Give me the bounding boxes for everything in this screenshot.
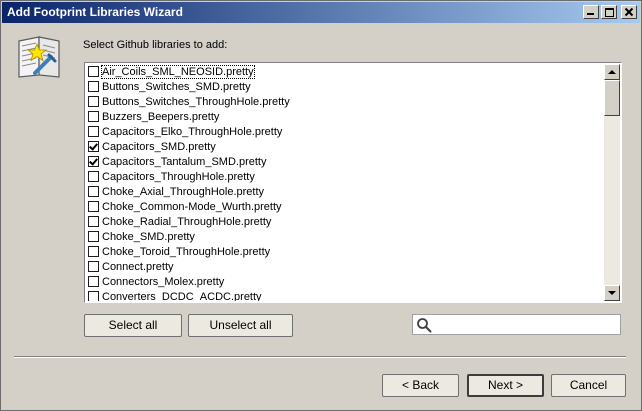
library-label: Capacitors_SMD.pretty (102, 140, 216, 153)
list-item[interactable]: Converters_DCDC_ACDC.pretty (86, 289, 604, 301)
list-item[interactable]: Capacitors_Tantalum_SMD.pretty (86, 154, 604, 169)
next-button[interactable]: Next > (467, 374, 544, 397)
library-label: Choke_Radial_ThroughHole.pretty (102, 215, 272, 228)
list-item[interactable]: Buzzers_Beepers.pretty (86, 109, 604, 124)
library-label: Choke_SMD.pretty (102, 230, 195, 243)
maximize-button[interactable] (601, 5, 617, 19)
library-label: Connect.pretty (102, 260, 174, 273)
list-item[interactable]: Capacitors_SMD.pretty (86, 139, 604, 154)
window-controls (583, 5, 637, 19)
library-label: Buttons_Switches_SMD.pretty (102, 80, 251, 93)
library-label: Buzzers_Beepers.pretty (102, 110, 220, 123)
list-item[interactable]: Choke_Toroid_ThroughHole.pretty (86, 244, 604, 259)
minimize-button[interactable] (583, 5, 599, 19)
back-button[interactable]: < Back (382, 374, 459, 397)
footer-separator (14, 356, 626, 358)
window-title: Add Footprint Libraries Wizard (7, 5, 183, 19)
list-item[interactable]: Choke_Common-Mode_Wurth.pretty (86, 199, 604, 214)
list-item[interactable]: Buttons_Switches_ThroughHole.pretty (86, 94, 604, 109)
checkbox[interactable] (88, 126, 99, 137)
list-item[interactable]: Connectors_Molex.pretty (86, 274, 604, 289)
list-item[interactable]: Choke_Radial_ThroughHole.pretty (86, 214, 604, 229)
list-item[interactable]: Choke_SMD.pretty (86, 229, 604, 244)
cancel-button[interactable]: Cancel (551, 374, 626, 397)
library-label: Choke_Toroid_ThroughHole.pretty (102, 245, 271, 258)
checkbox[interactable] (88, 111, 99, 122)
title-bar[interactable]: Add Footprint Libraries Wizard (2, 2, 640, 23)
search-icon (417, 318, 432, 333)
checkbox-checked[interactable] (88, 141, 99, 152)
checkbox[interactable] (88, 231, 99, 242)
library-label: Capacitors_Elko_ThroughHole.pretty (102, 125, 283, 138)
search-input[interactable] (435, 316, 615, 333)
scroll-down-button[interactable] (604, 285, 620, 301)
library-label: Capacitors_ThroughHole.pretty (102, 170, 255, 183)
checkbox[interactable] (88, 66, 99, 77)
checkbox[interactable] (88, 261, 99, 272)
list-item[interactable]: Choke_Axial_ThroughHole.pretty (86, 184, 604, 199)
wizard-window: Add Footprint Libraries Wizard Select Gi… (0, 0, 642, 411)
checkbox[interactable] (88, 276, 99, 287)
checkbox[interactable] (88, 96, 99, 107)
checkbox[interactable] (88, 201, 99, 212)
checkbox[interactable] (88, 291, 99, 301)
select-all-button[interactable]: Select all (84, 314, 182, 337)
checkbox[interactable] (88, 216, 99, 227)
library-label: Converters_DCDC_ACDC.pretty (102, 290, 262, 302)
checkbox[interactable] (88, 246, 99, 257)
scroll-thumb[interactable] (604, 80, 620, 116)
close-icon (624, 7, 634, 17)
list-item[interactable]: Capacitors_ThroughHole.pretty (86, 169, 604, 184)
scroll-up-button[interactable] (604, 64, 620, 80)
search-box[interactable] (412, 314, 621, 335)
library-checklist[interactable]: Air_Coils_SML_NEOSID.pretty Buttons_Switc… (84, 62, 622, 303)
library-label: Air_Coils_SML_NEOSID.pretty (101, 64, 255, 79)
list-item[interactable]: Air_Coils_SML_NEOSID.pretty (86, 64, 604, 79)
library-label: Choke_Axial_ThroughHole.pretty (102, 185, 265, 198)
checkbox[interactable] (88, 186, 99, 197)
checkbox-checked[interactable] (88, 156, 99, 167)
list-item[interactable]: Capacitors_Elko_ThroughHole.pretty (86, 124, 604, 139)
unselect-all-button[interactable]: Unselect all (188, 314, 293, 337)
library-label: Capacitors_Tantalum_SMD.pretty (102, 155, 267, 168)
library-list: Air_Coils_SML_NEOSID.pretty Buttons_Switc… (86, 64, 604, 301)
list-prompt: Select Github libraries to add: (83, 39, 228, 51)
list-item[interactable]: Buttons_Switches_SMD.pretty (86, 79, 604, 94)
checkbox[interactable] (88, 81, 99, 92)
library-label: Connectors_Molex.pretty (102, 275, 225, 288)
wizard-book-icon (18, 36, 60, 78)
list-item[interactable]: Connect.pretty (86, 259, 604, 274)
vertical-scrollbar[interactable] (604, 64, 620, 301)
library-label: Buttons_Switches_ThroughHole.pretty (102, 95, 290, 108)
library-label: Choke_Common-Mode_Wurth.pretty (102, 200, 282, 213)
close-button[interactable] (621, 5, 637, 19)
checkbox[interactable] (88, 171, 99, 182)
